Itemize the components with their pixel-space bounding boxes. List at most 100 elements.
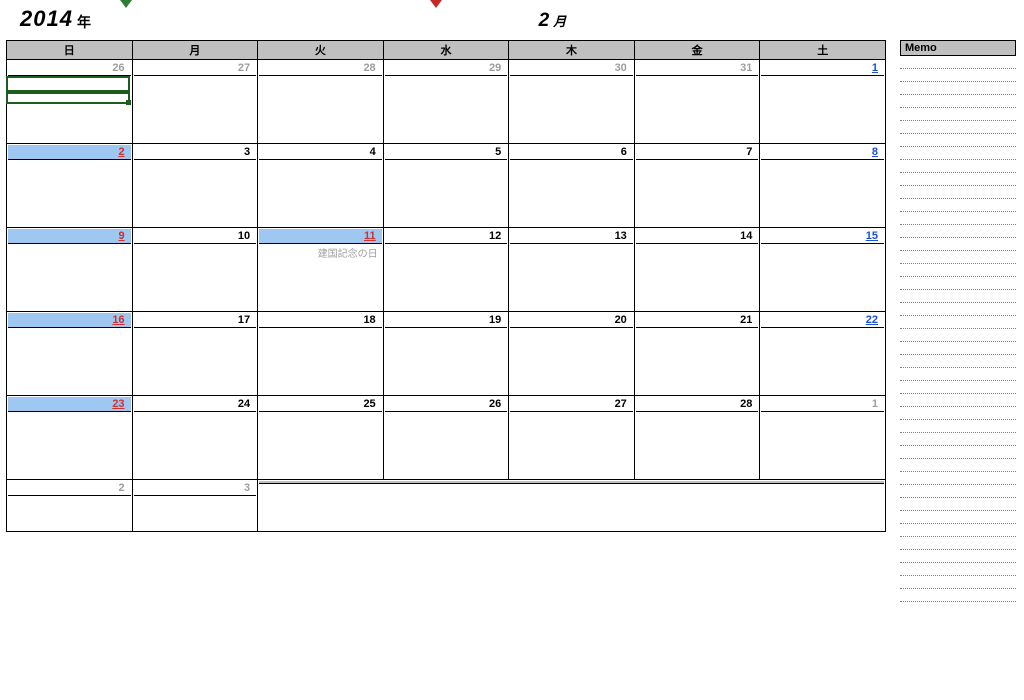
- memo-line[interactable]: [900, 264, 1016, 277]
- day-cell[interactable]: 22: [760, 312, 886, 396]
- day-number: 5: [385, 145, 508, 160]
- day-cell[interactable]: 1: [760, 60, 886, 144]
- memo-line[interactable]: [900, 524, 1016, 537]
- day-number: 6: [510, 145, 633, 160]
- memo-line[interactable]: [900, 472, 1016, 485]
- day-cell[interactable]: 3: [132, 144, 258, 228]
- year-label: 2014: [20, 6, 73, 32]
- day-cell[interactable]: 6: [509, 144, 635, 228]
- day-cell[interactable]: 18: [258, 312, 384, 396]
- day-cell[interactable]: 11建国記念の日: [258, 228, 384, 312]
- memo-line[interactable]: [900, 160, 1016, 173]
- day-number: 18: [259, 313, 382, 328]
- day-cell[interactable]: 14: [634, 228, 760, 312]
- day-cell[interactable]: 13: [509, 228, 635, 312]
- memo-line[interactable]: [900, 69, 1016, 82]
- day-cell[interactable]: 2: [7, 480, 133, 532]
- memo-line[interactable]: [900, 433, 1016, 446]
- dow-header: 木: [509, 41, 635, 60]
- memo-line[interactable]: [900, 511, 1016, 524]
- day-cell[interactable]: 7: [634, 144, 760, 228]
- memo-line[interactable]: [900, 550, 1016, 563]
- day-cell[interactable]: 27: [509, 396, 635, 480]
- memo-line[interactable]: [900, 199, 1016, 212]
- memo-line[interactable]: [900, 381, 1016, 394]
- day-cell[interactable]: 19: [383, 312, 509, 396]
- memo-line[interactable]: [900, 277, 1016, 290]
- day-cell[interactable]: 23: [7, 396, 133, 480]
- day-number: 1: [761, 397, 884, 412]
- day-cell[interactable]: 26: [7, 60, 133, 144]
- memo-line[interactable]: [900, 563, 1016, 576]
- memo-line[interactable]: [900, 368, 1016, 381]
- memo-line[interactable]: [900, 173, 1016, 186]
- memo-line[interactable]: [900, 238, 1016, 251]
- day-cell[interactable]: 28: [634, 396, 760, 480]
- day-number: 10: [134, 229, 257, 244]
- day-cell[interactable]: 30: [509, 60, 635, 144]
- month-label: 2: [539, 10, 550, 31]
- memo-line[interactable]: [900, 212, 1016, 225]
- day-cell[interactable]: 17: [132, 312, 258, 396]
- day-cell[interactable]: 31: [634, 60, 760, 144]
- day-cell[interactable]: 8: [760, 144, 886, 228]
- memo-line[interactable]: [900, 407, 1016, 420]
- memo-line[interactable]: [900, 56, 1016, 69]
- day-number: 8: [761, 145, 884, 160]
- memo-line[interactable]: [900, 329, 1016, 342]
- day-cell[interactable]: 3: [132, 480, 258, 532]
- day-number: 9: [8, 229, 131, 244]
- day-number: 30: [510, 61, 633, 76]
- memo-line[interactable]: [900, 134, 1016, 147]
- memo-line[interactable]: [900, 394, 1016, 407]
- day-cell[interactable]: 25: [258, 396, 384, 480]
- memo-line[interactable]: [900, 485, 1016, 498]
- day-cell[interactable]: 21: [634, 312, 760, 396]
- memo-line[interactable]: [900, 537, 1016, 550]
- day-cell[interactable]: 1: [760, 396, 886, 480]
- day-cell[interactable]: 16: [7, 312, 133, 396]
- day-cell[interactable]: 28: [258, 60, 384, 144]
- memo-line[interactable]: [900, 303, 1016, 316]
- day-number: 24: [134, 397, 257, 412]
- day-cell[interactable]: 9: [7, 228, 133, 312]
- memo-line[interactable]: [900, 576, 1016, 589]
- day-number: 15: [761, 229, 884, 244]
- dow-header: 金: [634, 41, 760, 60]
- day-number: 28: [259, 61, 382, 76]
- day-number: 21: [636, 313, 759, 328]
- day-cell[interactable]: 26: [383, 396, 509, 480]
- day-number: 3: [134, 145, 257, 160]
- memo-line[interactable]: [900, 147, 1016, 160]
- day-cell[interactable]: 12: [383, 228, 509, 312]
- memo-line[interactable]: [900, 121, 1016, 134]
- memo-line[interactable]: [900, 290, 1016, 303]
- day-cell[interactable]: 15: [760, 228, 886, 312]
- memo-line[interactable]: [900, 446, 1016, 459]
- memo-line[interactable]: [900, 251, 1016, 264]
- day-cell[interactable]: 4: [258, 144, 384, 228]
- memo-line[interactable]: [900, 459, 1016, 472]
- memo-line[interactable]: [900, 355, 1016, 368]
- memo-line[interactable]: [900, 589, 1016, 602]
- memo-line[interactable]: [900, 498, 1016, 511]
- day-cell[interactable]: 24: [132, 396, 258, 480]
- memo-line[interactable]: [900, 342, 1016, 355]
- memo-line[interactable]: [900, 82, 1016, 95]
- memo-panel: Memo: [900, 40, 1016, 602]
- day-cell[interactable]: 2: [7, 144, 133, 228]
- memo-line[interactable]: [900, 95, 1016, 108]
- day-cell[interactable]: 5: [383, 144, 509, 228]
- memo-line[interactable]: [900, 316, 1016, 329]
- day-cell[interactable]: 29: [383, 60, 509, 144]
- memo-line[interactable]: [900, 420, 1016, 433]
- day-cell[interactable]: 10: [132, 228, 258, 312]
- memo-line[interactable]: [900, 225, 1016, 238]
- day-cell[interactable]: 20: [509, 312, 635, 396]
- dow-header-row: 日月火水木金土: [7, 41, 886, 60]
- day-cell[interactable]: [258, 480, 886, 532]
- dow-header: 日: [7, 41, 133, 60]
- day-cell[interactable]: 27: [132, 60, 258, 144]
- memo-line[interactable]: [900, 108, 1016, 121]
- memo-line[interactable]: [900, 186, 1016, 199]
